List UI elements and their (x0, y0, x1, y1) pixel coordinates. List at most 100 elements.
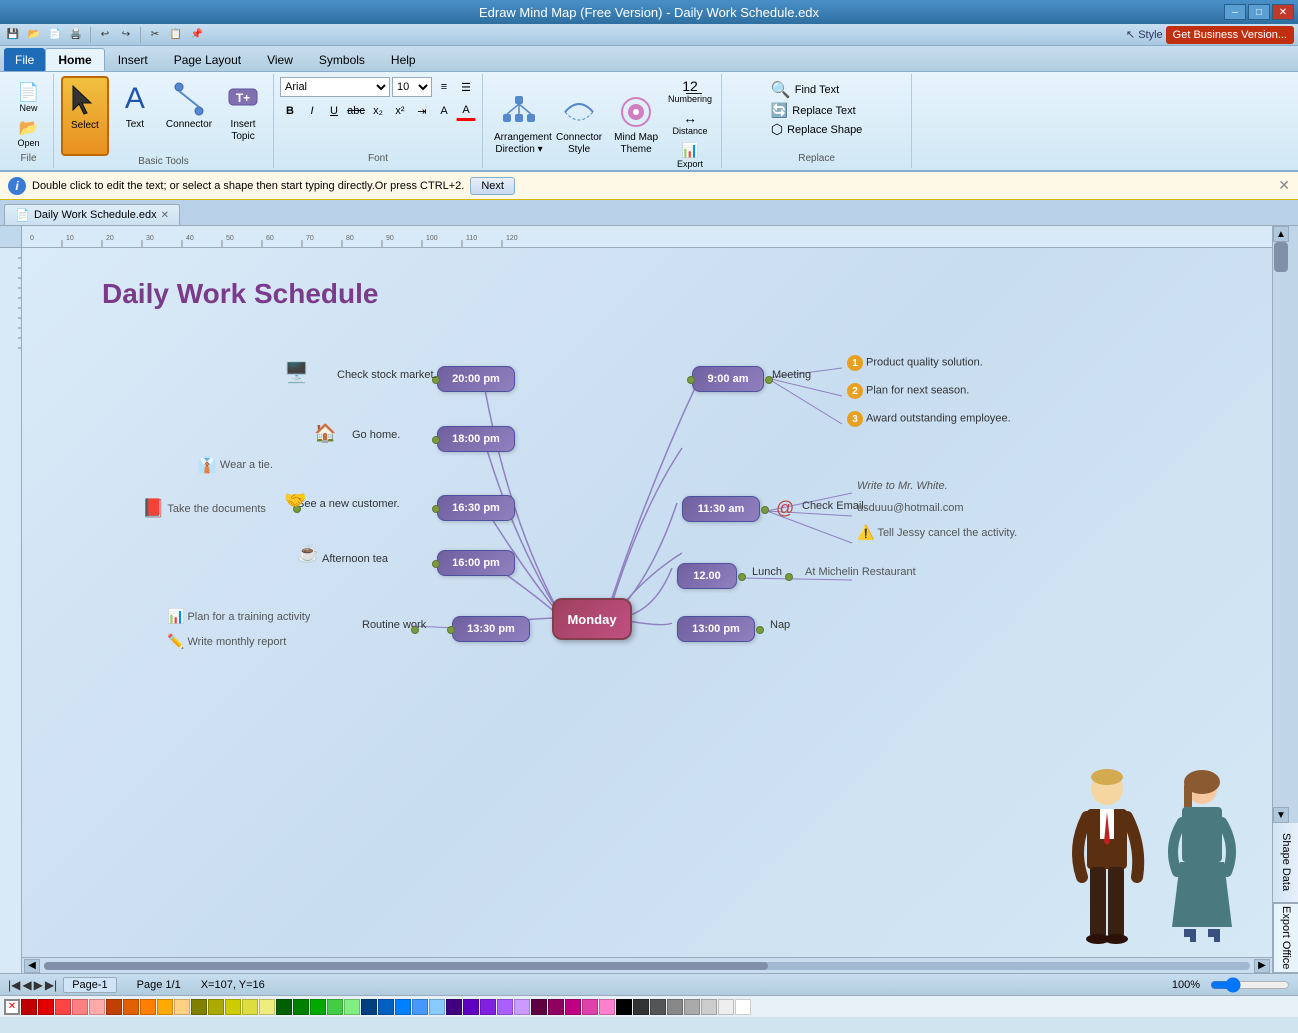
color-swatch[interactable] (174, 999, 190, 1015)
qa-redo[interactable]: ↪ (117, 26, 135, 44)
color-swatch[interactable] (531, 999, 547, 1015)
color-swatch[interactable] (191, 999, 207, 1015)
scroll-down-btn[interactable]: ▼ (1273, 807, 1289, 823)
export-data-button[interactable]: 📊 ExportData (665, 140, 715, 172)
color-swatch[interactable] (208, 999, 224, 1015)
center-node[interactable]: Monday (552, 598, 632, 640)
time-node-1130am[interactable]: 11:30 am (682, 496, 760, 522)
qa-cut[interactable]: ✂ (146, 26, 164, 44)
color-swatch[interactable] (701, 999, 717, 1015)
info-close-button[interactable]: ✕ (1278, 177, 1290, 194)
next-page-btn[interactable]: ▶ (34, 978, 43, 992)
bold-button[interactable]: B (280, 101, 300, 121)
horizontal-scrollbar[interactable]: ◀ ▶ (22, 957, 1272, 973)
close-button[interactable]: ✕ (1272, 4, 1294, 20)
v-scroll-thumb[interactable] (1274, 242, 1288, 272)
zoom-slider[interactable] (1210, 977, 1290, 993)
color-swatch[interactable] (395, 999, 411, 1015)
color-swatch[interactable] (633, 999, 649, 1015)
color-swatch[interactable] (157, 999, 173, 1015)
tab-file[interactable]: File (4, 48, 45, 71)
tab-help[interactable]: Help (378, 48, 429, 71)
time-node-1330[interactable]: 13:30 pm (452, 616, 530, 642)
color-swatch[interactable] (361, 999, 377, 1015)
time-node-1630[interactable]: 16:30 pm (437, 495, 515, 521)
color-swatch[interactable] (123, 999, 139, 1015)
color-swatch[interactable] (140, 999, 156, 1015)
first-page-btn[interactable]: |◀ (8, 978, 20, 992)
color-swatch[interactable] (616, 999, 632, 1015)
color-swatch[interactable] (684, 999, 700, 1015)
distance-button[interactable]: ↔ Distance (665, 108, 715, 138)
select-button[interactable]: Select (61, 76, 109, 156)
time-node-1600[interactable]: 16:00 pm (437, 550, 515, 576)
export-office-tab[interactable]: Export Office (1273, 903, 1298, 973)
align-left-btn[interactable]: ≡ (434, 77, 454, 97)
color-swatch[interactable] (429, 999, 445, 1015)
font-family-select[interactable]: Arial (280, 77, 390, 97)
tab-symbols[interactable]: Symbols (306, 48, 378, 71)
time-node-9am[interactable]: 9:00 am (692, 366, 764, 392)
color-swatch[interactable] (310, 999, 326, 1015)
color-swatch[interactable] (293, 999, 309, 1015)
time-node-2000[interactable]: 20:00 pm (437, 366, 515, 392)
color-swatch[interactable] (276, 999, 292, 1015)
color-swatch[interactable] (55, 999, 71, 1015)
shape-data-tab[interactable]: Shape Data (1273, 823, 1298, 903)
numbering-button[interactable]: 1̲2̲ Numbering (665, 76, 715, 106)
replace-text-button[interactable]: 🔄 Replace Text (771, 102, 856, 119)
font-color-btn[interactable]: A (456, 101, 476, 121)
maximize-button[interactable]: □ (1248, 4, 1270, 20)
tab-home[interactable]: Home (45, 48, 104, 71)
italic-button[interactable]: I (302, 101, 322, 121)
color-swatch[interactable] (599, 999, 615, 1015)
color-swatch[interactable] (446, 999, 462, 1015)
color-swatch[interactable] (106, 999, 122, 1015)
tab-page-layout[interactable]: Page Layout (161, 48, 254, 71)
last-page-btn[interactable]: ▶| (45, 978, 57, 992)
increase-indent-btn[interactable]: ⇥ (412, 101, 432, 121)
color-swatch[interactable] (225, 999, 241, 1015)
text-button[interactable]: A Text (112, 76, 158, 156)
document-tab[interactable]: 📄 Daily Work Schedule.edx ✕ (4, 204, 180, 225)
insert-topic-button[interactable]: T+ InsertTopic (220, 76, 266, 156)
color-swatch[interactable] (565, 999, 581, 1015)
qa-copy[interactable]: 📋 (167, 26, 185, 44)
time-node-1300[interactable]: 13:00 pm (677, 616, 755, 642)
scroll-left-btn[interactable]: ◀ (24, 959, 40, 973)
superscript-button[interactable]: x² (390, 101, 410, 121)
color-swatch[interactable] (72, 999, 88, 1015)
color-swatch[interactable] (344, 999, 360, 1015)
qa-save[interactable]: 💾 (4, 26, 22, 44)
scroll-thumb[interactable] (44, 962, 768, 970)
color-swatch[interactable] (650, 999, 666, 1015)
color-swatch[interactable] (667, 999, 683, 1015)
color-swatch[interactable] (480, 999, 496, 1015)
color-swatch[interactable] (412, 999, 428, 1015)
color-swatch[interactable] (548, 999, 564, 1015)
get-business-btn[interactable]: Get Business Version... (1166, 26, 1294, 44)
new-btn[interactable]: 📄New (14, 80, 42, 115)
qa-open[interactable]: 📂 (25, 26, 43, 44)
qa-paste[interactable]: 📌 (188, 26, 206, 44)
color-swatch[interactable] (514, 999, 530, 1015)
minimize-button[interactable]: – (1224, 4, 1246, 20)
style-text-btn[interactable]: A (434, 101, 454, 121)
color-swatch[interactable] (497, 999, 513, 1015)
mind-map-theme-button[interactable]: Mind MapTheme (609, 89, 663, 169)
replace-shape-button[interactable]: ⬡ Replace Shape (771, 121, 862, 138)
scroll-up-btn[interactable]: ▲ (1273, 226, 1289, 242)
subscript-button[interactable]: x₂ (368, 101, 388, 121)
color-swatch[interactable] (718, 999, 734, 1015)
connector-button[interactable]: Connector (161, 76, 217, 156)
tab-view[interactable]: View (254, 48, 306, 71)
tab-close-button[interactable]: ✕ (161, 210, 169, 221)
color-swatch[interactable] (259, 999, 275, 1015)
qa-print[interactable]: 🖨️ (67, 26, 85, 44)
bullet-btn[interactable]: ☰ (456, 77, 476, 97)
color-swatch[interactable] (463, 999, 479, 1015)
color-swatch[interactable] (38, 999, 54, 1015)
color-swatch[interactable] (21, 999, 37, 1015)
color-swatch[interactable] (378, 999, 394, 1015)
underline-button[interactable]: U (324, 101, 344, 121)
